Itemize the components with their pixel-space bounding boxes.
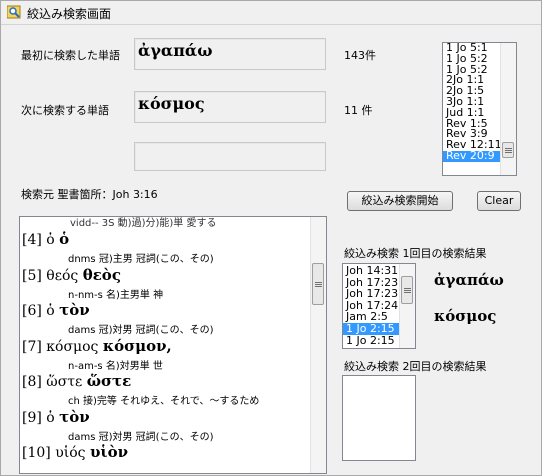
entry-form: υἱὸν (89, 443, 129, 461)
first-results-list[interactable]: 1 Jo 5:1 1 Jo 5:2 1 Jo 5:2 2Jo 1:1 2Jo 1:5 3J… (442, 42, 517, 176)
result2-list[interactable] (342, 375, 416, 461)
entry-index: [5] (22, 267, 47, 284)
entry-form: κόσμον, (102, 336, 172, 355)
title-bar: 絞込み検索画面 (1, 1, 541, 25)
verse-panel-scrollbar[interactable] (310, 217, 326, 473)
clear-button[interactable]: Clear (477, 191, 521, 211)
entry-index: [7] (22, 338, 47, 355)
entry-lemma: ὁ (46, 409, 60, 426)
entry-index: [4] (22, 232, 47, 248)
partial-gloss-top: vidd-- 3S 動)過)分)能)単 愛する (70, 218, 217, 229)
entry-gloss: ch 接)完等 それゆえ、それで、～するため (68, 396, 260, 407)
word-entry: [8] ὥστε ὥστε (22, 372, 131, 390)
entry-lemma: υἱός (55, 445, 90, 461)
word-entry: [9] ὁ τὸν (22, 408, 90, 426)
word-entry: [4] ὁ ὁ (22, 230, 69, 248)
scroll-thumb[interactable] (502, 142, 514, 158)
verse-word-panel[interactable]: vidd-- 3S 動)過)分)能)単 愛する [4] ὁ ὁ dnms 冠)主男… (19, 216, 327, 474)
result1-heading: 絞込み検索 1回目の検索結果 (344, 247, 487, 260)
word-entry: [10] υἱός υἱὸν (22, 443, 128, 461)
result1-word1: ἀγαπάω (434, 271, 504, 289)
entry-gloss: n-nm-s 名)主男単 神 (68, 289, 164, 301)
entry-gloss: n-am-s 名)対男単 世 (68, 360, 163, 372)
second-search-label: 次に検索する単語 (21, 104, 109, 117)
first-search-count: 143件 (344, 49, 376, 62)
entry-lemma: κόσμος (46, 338, 103, 355)
third-search-word-field[interactable] (134, 142, 326, 171)
entry-form: ὥστε (86, 372, 132, 390)
scroll-thumb[interactable] (312, 263, 324, 305)
entry-index: [8] (22, 374, 47, 390)
entry-form: ὁ (59, 230, 70, 248)
source-location-label: 検索元 聖書箇所：Joh 3:16 (21, 188, 158, 201)
search-window: 絞込み検索画面 最初に検索した単語 ἀγαπάω 143件 次に検索する単語 κ… (0, 0, 542, 476)
entry-form: τὸν (59, 407, 90, 426)
result1-scrollbar[interactable] (399, 264, 415, 348)
entry-form: θεὸς (82, 265, 121, 284)
entry-lemma: θεός (46, 267, 83, 284)
entry-lemma: ὁ (46, 303, 60, 319)
word-entry: [7] κόσμος κόσμον, (22, 337, 172, 355)
entry-lemma: ὁ (46, 232, 60, 248)
scroll-thumb[interactable] (401, 276, 413, 304)
first-results-scrollbar[interactable] (500, 43, 516, 175)
entry-lemma: ὥστε (46, 374, 87, 390)
second-search-count: 11 件 (344, 104, 373, 117)
word-entry: [5] θεός θεὸς (22, 266, 121, 284)
result1-word2: κόσμος (434, 307, 497, 325)
entry-index: [10] (22, 445, 56, 461)
word-entry: [6] ὁ τὸν (22, 301, 90, 319)
start-filter-search-button[interactable]: 絞込み検索開始 (347, 191, 453, 211)
window-title: 絞込み検索画面 (27, 7, 112, 21)
entry-form: τὸν (59, 301, 90, 319)
result1-list[interactable]: Joh 14:31 Joh 17:23 Joh 17:23 Joh 17:24 Jam … (342, 263, 416, 349)
entry-gloss: dnms 冠)主男 冠詞(この、その) (68, 254, 214, 265)
app-icon (7, 5, 21, 19)
first-search-label: 最初に検索した単語 (21, 49, 120, 62)
entry-index: [6] (22, 303, 47, 319)
entry-index: [9] (22, 409, 47, 426)
first-search-word-field[interactable]: ἀγαπάω (134, 38, 326, 70)
entry-gloss: dams 冠)対男 冠詞(この、その) (68, 431, 214, 443)
entry-gloss: dams 冠)対男 冠詞(この、その) (68, 325, 214, 336)
result2-heading: 絞込み検索 2回目の検索結果 (344, 360, 487, 373)
second-search-word-field[interactable]: κόσμος (134, 91, 326, 123)
